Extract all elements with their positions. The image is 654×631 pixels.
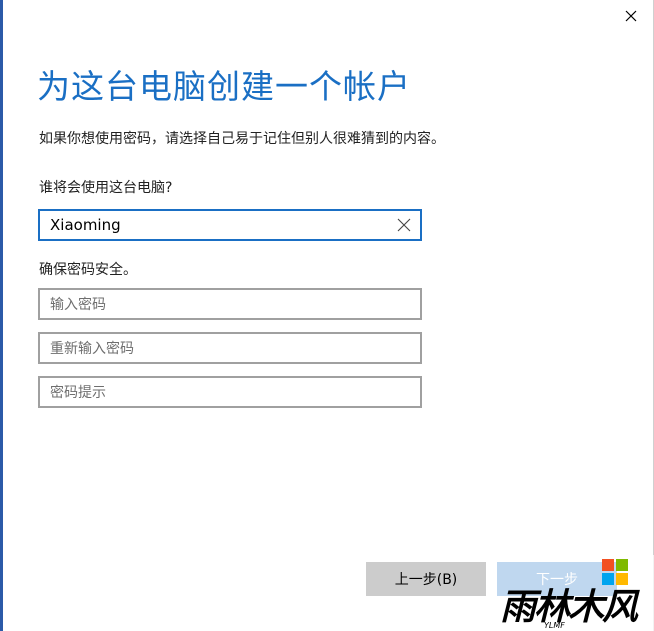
clear-icon[interactable] <box>396 217 412 233</box>
page-title: 为这台电脑创建一个帐户 <box>37 67 411 106</box>
password-hint-field-container <box>38 376 422 408</box>
username-label: 谁将会使用这台电脑? <box>39 180 173 196</box>
close-button[interactable] <box>608 0 654 32</box>
password-hint-input[interactable] <box>50 378 420 406</box>
reenter-password-field-container <box>38 332 422 364</box>
password-input[interactable] <box>50 290 420 318</box>
close-icon <box>625 10 637 22</box>
password-field-container <box>38 288 422 320</box>
back-button[interactable]: 上一步(B) <box>366 562 486 596</box>
next-button[interactable]: 下一步 <box>497 562 617 596</box>
window-left-edge <box>0 0 3 631</box>
username-input[interactable] <box>50 211 420 239</box>
password-security-label: 确保密码安全。 <box>39 262 137 278</box>
username-field-container <box>38 209 422 241</box>
reenter-password-input[interactable] <box>50 334 420 362</box>
description-text: 如果你想使用密码，请选择自己易于记住但别人很难猜到的内容。 <box>39 131 445 147</box>
svg-text:YLMF: YLMF <box>544 621 565 630</box>
